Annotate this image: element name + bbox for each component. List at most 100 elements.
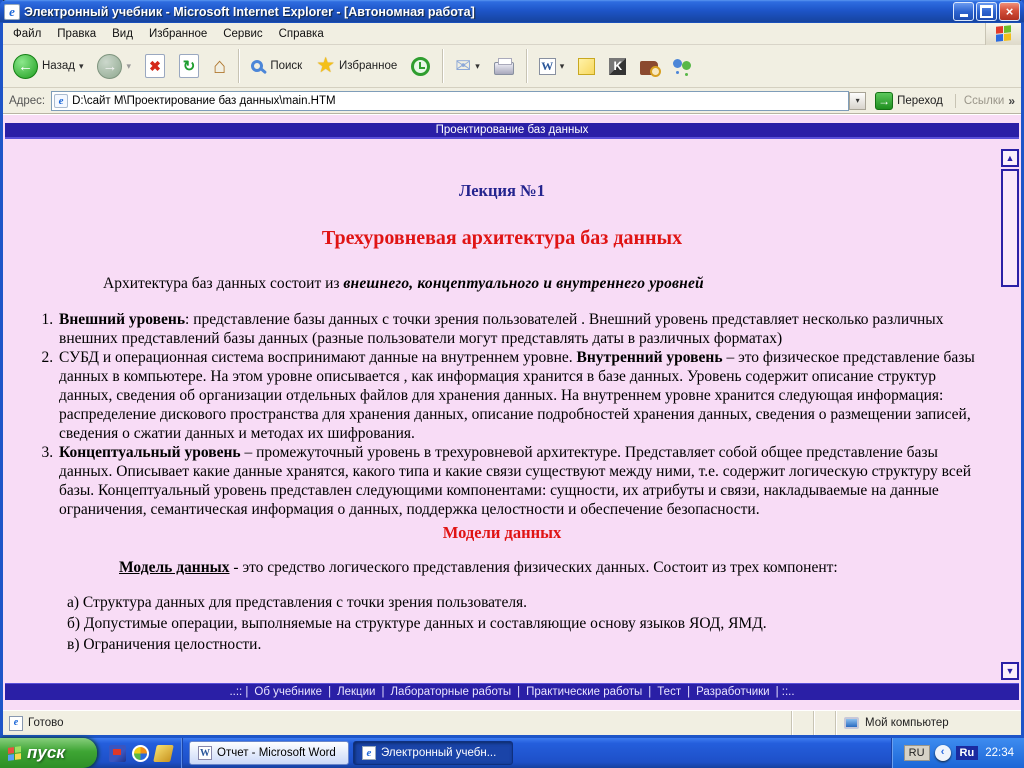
go-button[interactable]: → Переход (871, 91, 947, 111)
refresh-icon: ↻ (179, 54, 200, 78)
list-item-text: : представление базы данных с точки зрен… (59, 311, 944, 347)
toolbar-separator (442, 49, 444, 83)
home-button[interactable]: ⌂ (207, 48, 232, 85)
back-button[interactable]: ← Назад ▾ (7, 48, 89, 85)
page-scrollbar[interactable]: ▲ ▼ (999, 139, 1021, 683)
language-badge[interactable]: Ru (955, 746, 979, 760)
messenger-button[interactable] (666, 48, 698, 85)
page-ie-icon: e (54, 93, 69, 108)
menu-favorites[interactable]: Избранное (141, 25, 215, 43)
search-button[interactable]: Поиск (245, 48, 308, 85)
list-item: Концептуальный уровень – промежуточный у… (57, 443, 993, 519)
component-item: а) Структура данных для представления с … (67, 594, 528, 611)
standard-toolbar: ← Назад ▾ → ▾ ✖ ↻ ⌂ Поиск ★ Избранное ✉ … (3, 45, 1021, 88)
forward-button[interactable]: → ▾ (91, 48, 137, 85)
models-heading: Модели данных (442, 523, 562, 542)
quicklaunch-xp-disk-icon[interactable] (109, 744, 126, 762)
print-button[interactable] (488, 48, 520, 85)
start-button[interactable]: пуск (0, 738, 97, 768)
footer-prefix: ..:: | (229, 686, 249, 698)
menu-edit[interactable]: Правка (49, 25, 104, 43)
list-item: Внешний уровень: представление базы данн… (57, 310, 993, 348)
model-term: Модель данных (119, 559, 230, 576)
intro-paragraph: Архитектура баз данных состоит из внешне… (11, 274, 993, 293)
close-button[interactable]: × (999, 2, 1020, 21)
language-indicator[interactable]: RU (903, 745, 930, 761)
status-pane-small (792, 711, 814, 735)
toolbar-separator (525, 49, 527, 83)
address-dropdown-button[interactable]: ▾ (849, 91, 867, 110)
menu-file[interactable]: Файл (5, 25, 49, 43)
restore-button[interactable] (976, 2, 997, 21)
minimize-button[interactable] (953, 2, 974, 21)
footer-link-practice[interactable]: Практические работы (526, 686, 642, 698)
scroll-thumb[interactable] (1001, 169, 1019, 287)
notes-button[interactable] (572, 48, 601, 85)
quicklaunch-show-desktop-icon[interactable] (153, 744, 174, 762)
scroll-down-button[interactable]: ▼ (1001, 662, 1019, 680)
window-title: Электронный учебник - Microsoft Internet… (24, 4, 475, 19)
component-item: в) Ограничения целостности. (67, 636, 262, 653)
note-icon (578, 57, 596, 75)
go-label: Переход (897, 94, 943, 107)
ie-app-icon: e (4, 3, 20, 20)
menu-view[interactable]: Вид (104, 25, 141, 43)
back-dropdown-icon[interactable]: ▾ (79, 61, 84, 72)
links-label: Ссылки (963, 94, 1005, 107)
edit-with-word-button[interactable]: W ▾ (533, 48, 571, 85)
clock: 22:34 (985, 747, 1014, 759)
go-arrow-icon: → (875, 91, 894, 110)
list-item-term: Внешний уровень (59, 311, 186, 328)
address-value[interactable]: D:\сайт М\Проектирование баз данных\main… (72, 95, 846, 107)
research-button[interactable] (634, 48, 664, 85)
title-bar: e Электронный учебник - Microsoft Intern… (0, 0, 1024, 23)
tray-collapse-chevron-icon[interactable]: ‹ (934, 745, 951, 761)
taskbar: пуск W Отчет - Microsoft Word e Электрон… (0, 738, 1024, 768)
task-word-label: Отчет - Microsoft Word (217, 747, 336, 759)
back-icon: ← (13, 53, 38, 79)
security-zone-pane: Мой компьютер (836, 711, 1021, 735)
edit-dropdown-icon[interactable]: ▾ (560, 61, 565, 72)
footer-link-developers[interactable]: Разработчики (696, 686, 770, 698)
task-buttons-area: W Отчет - Microsoft Word e Электронный у… (183, 738, 891, 768)
quicklaunch-media-player-icon[interactable] (132, 744, 149, 762)
ie-task-icon: e (362, 746, 376, 760)
mail-dropdown-icon[interactable]: ▾ (475, 61, 480, 72)
status-pane-small (814, 711, 836, 735)
footer-link-labs[interactable]: Лабораторные работы (390, 686, 511, 698)
menu-help[interactable]: Справка (271, 25, 332, 43)
favorites-button[interactable]: ★ Избранное (310, 48, 403, 85)
main-frame: Лекция №1 Трехуровневая архитектура баз … (3, 139, 1021, 683)
address-label: Адрес: (9, 94, 46, 107)
refresh-button[interactable]: ↻ (173, 48, 205, 85)
task-ie-active[interactable]: e Электронный учебн... (353, 741, 513, 765)
history-button[interactable] (405, 48, 436, 85)
task-word[interactable]: W Отчет - Microsoft Word (189, 741, 349, 765)
status-pane: e Готово (3, 711, 792, 735)
toolbar-separator (238, 49, 240, 83)
links-chevron-icon[interactable]: » (1008, 94, 1015, 108)
windows-flag-icon (996, 25, 1011, 42)
word-task-icon: W (198, 746, 212, 760)
status-page-icon: e (9, 715, 23, 731)
status-bar: e Готово Мой компьютер (3, 710, 1021, 735)
components-list: а) Структура данных для представления с … (67, 592, 993, 655)
scroll-up-button[interactable]: ▲ (1001, 149, 1019, 167)
footer-link-test[interactable]: Тест (657, 686, 681, 698)
address-input[interactable]: e D:\сайт М\Проектирование баз данных\ma… (51, 90, 850, 111)
messenger-icon (672, 57, 692, 75)
mail-button[interactable]: ✉ ▾ (449, 48, 485, 85)
stop-button[interactable]: ✖ (139, 48, 171, 85)
status-text: Готово (28, 717, 64, 729)
page-title: Трехуровневая архитектура баз данных (321, 227, 683, 249)
component-item: б) Допустимые операции, выполняемые на с… (67, 615, 767, 632)
menu-bar: Файл Правка Вид Избранное Сервис Справка (3, 22, 1021, 45)
footer-link-about[interactable]: Об учебнике (254, 686, 322, 698)
antivirus-button[interactable]: K (603, 48, 632, 85)
forward-dropdown-icon: ▾ (126, 60, 132, 71)
mail-icon: ✉ (455, 55, 472, 77)
back-label: Назад (42, 60, 75, 72)
links-toolbar[interactable]: Ссылки » (954, 93, 1017, 108)
footer-link-lectures[interactable]: Лекции (337, 686, 375, 698)
menu-tools[interactable]: Сервис (215, 25, 270, 43)
